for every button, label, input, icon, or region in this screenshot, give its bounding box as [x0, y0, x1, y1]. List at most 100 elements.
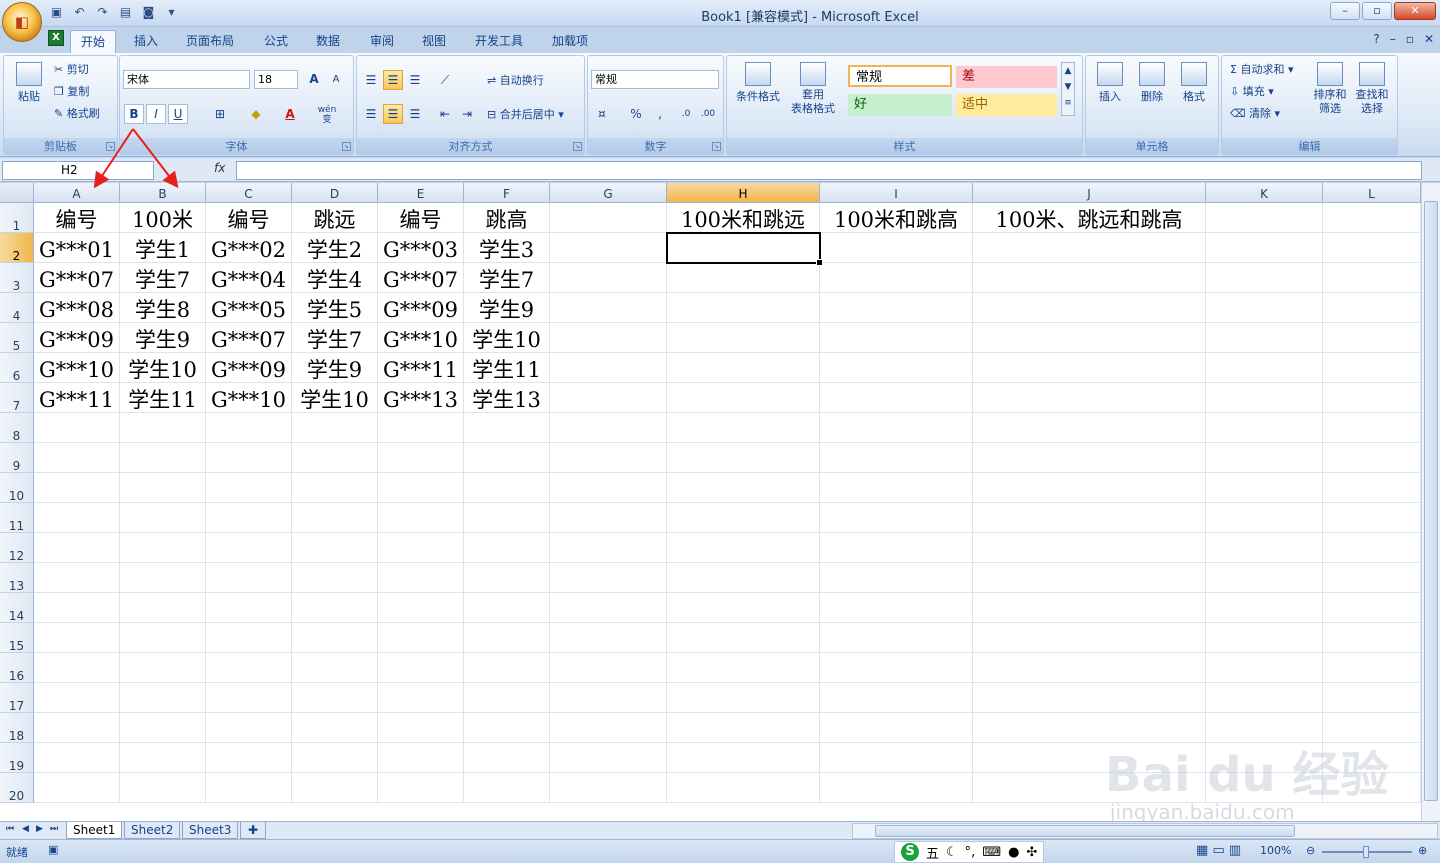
cell-f14[interactable]	[464, 593, 550, 623]
cell-l19[interactable]	[1323, 743, 1421, 773]
cell-g18[interactable]	[550, 713, 667, 743]
insert-cells-button[interactable]: 插入	[1092, 62, 1128, 104]
cell-l15[interactable]	[1323, 623, 1421, 653]
cell-g17[interactable]	[550, 683, 667, 713]
cell-l3[interactable]	[1323, 263, 1421, 293]
format-cells-button[interactable]: 格式	[1176, 62, 1212, 104]
cell-g16[interactable]	[550, 653, 667, 683]
cell-c19[interactable]	[206, 743, 292, 773]
cell-b14[interactable]	[120, 593, 206, 623]
paste-button[interactable]: 粘贴	[12, 62, 46, 104]
cell-a5[interactable]: G***09	[34, 323, 120, 353]
tab-addins[interactable]: 加载项	[542, 30, 598, 53]
cell-b1[interactable]: 100米	[120, 203, 206, 233]
help-icon[interactable]: ?	[1373, 32, 1379, 46]
cell-h2[interactable]	[667, 233, 820, 263]
cell-h3[interactable]	[667, 263, 820, 293]
cell-l14[interactable]	[1323, 593, 1421, 623]
sheet-tab-3[interactable]: Sheet3	[182, 822, 239, 839]
cell-j9[interactable]	[973, 443, 1206, 473]
restore-button[interactable]: ▫	[1362, 2, 1392, 20]
cell-g6[interactable]	[550, 353, 667, 383]
cell-i2[interactable]	[820, 233, 973, 263]
cell-g3[interactable]	[550, 263, 667, 293]
cell-l2[interactable]	[1323, 233, 1421, 263]
cell-l7[interactable]	[1323, 383, 1421, 413]
next-sheet-icon[interactable]: ▶	[36, 824, 43, 834]
zoom-out-icon[interactable]: ⊖	[1306, 844, 1315, 857]
cell-i3[interactable]	[820, 263, 973, 293]
close-button[interactable]: ✕	[1394, 2, 1436, 20]
cell-k6[interactable]	[1206, 353, 1323, 383]
cell-a17[interactable]	[34, 683, 120, 713]
cell-h13[interactable]	[667, 563, 820, 593]
row-header-13[interactable]: 13	[0, 563, 34, 593]
underline-button[interactable]: U	[168, 104, 188, 124]
cell-c13[interactable]	[206, 563, 292, 593]
format-as-table-button[interactable]: 套用 表格格式	[785, 62, 841, 116]
cell-g7[interactable]	[550, 383, 667, 413]
row-header-8[interactable]: 8	[0, 413, 34, 443]
tab-page-layout[interactable]: 页面布局	[176, 30, 244, 53]
align-bottom-icon[interactable]: ☰	[405, 70, 425, 90]
cell-h7[interactable]	[667, 383, 820, 413]
font-launcher-icon[interactable]: ↘	[342, 142, 351, 151]
cell-c7[interactable]: G***10	[206, 383, 292, 413]
style-neutral[interactable]: 适中	[956, 94, 1057, 116]
font-color-icon[interactable]: A	[280, 104, 300, 124]
cell-b19[interactable]	[120, 743, 206, 773]
cell-a19[interactable]	[34, 743, 120, 773]
page-break-view-icon[interactable]: ▥	[1229, 843, 1241, 858]
cell-e18[interactable]	[378, 713, 464, 743]
cell-i12[interactable]	[820, 533, 973, 563]
cell-h18[interactable]	[667, 713, 820, 743]
cell-c3[interactable]: G***04	[206, 263, 292, 293]
view-buttons[interactable]: ▦ ▭ ▥	[1196, 843, 1241, 858]
cell-g14[interactable]	[550, 593, 667, 623]
cell-e7[interactable]: G***13	[378, 383, 464, 413]
cell-g15[interactable]	[550, 623, 667, 653]
cell-h9[interactable]	[667, 443, 820, 473]
worksheet-grid[interactable]: A B C D E F G H I J K L 1 编号 100米 编号 跳远 编号 跳高 100米和跳远 100米和跳…	[0, 183, 1440, 821]
cell-h4[interactable]	[667, 293, 820, 323]
new-sheet-icon[interactable]: ✚	[240, 822, 266, 839]
sheet-tab-1[interactable]: Sheet1	[66, 822, 123, 839]
cell-a7[interactable]: G***11	[34, 383, 120, 413]
cell-h6[interactable]	[667, 353, 820, 383]
orientation-icon[interactable]: ⟋	[435, 70, 455, 90]
cell-e19[interactable]	[378, 743, 464, 773]
cell-e12[interactable]	[378, 533, 464, 563]
cell-l18[interactable]	[1323, 713, 1421, 743]
cell-i18[interactable]	[820, 713, 973, 743]
cell-h12[interactable]	[667, 533, 820, 563]
column-header-l[interactable]: L	[1323, 183, 1421, 203]
last-sheet-icon[interactable]: ⏭	[50, 824, 58, 834]
cell-i15[interactable]	[820, 623, 973, 653]
cell-k9[interactable]	[1206, 443, 1323, 473]
cell-k4[interactable]	[1206, 293, 1323, 323]
cell-c18[interactable]	[206, 713, 292, 743]
align-top-icon[interactable]: ☰	[361, 70, 381, 90]
cell-g19[interactable]	[550, 743, 667, 773]
autosum-button[interactable]: Σ 自动求和 ▾	[1230, 61, 1293, 77]
cell-i14[interactable]	[820, 593, 973, 623]
align-right-icon[interactable]: ☰	[405, 104, 425, 124]
cell-k3[interactable]	[1206, 263, 1323, 293]
cell-a1[interactable]: 编号	[34, 203, 120, 233]
row-header-16[interactable]: 16	[0, 653, 34, 683]
cell-j14[interactable]	[973, 593, 1206, 623]
name-box[interactable]: H2	[2, 161, 154, 180]
tab-review[interactable]: 审阅	[360, 30, 404, 53]
cell-i1[interactable]: 100米和跳高	[820, 203, 973, 233]
cell-l9[interactable]	[1323, 443, 1421, 473]
fill-color-icon[interactable]: ◆	[246, 104, 266, 124]
cell-c4[interactable]: G***05	[206, 293, 292, 323]
comma-button[interactable]: ,	[650, 104, 670, 124]
cell-b6[interactable]: 学生10	[120, 353, 206, 383]
cut-button[interactable]: ✂ 剪切	[54, 61, 89, 77]
cell-c20[interactable]	[206, 773, 292, 803]
cell-b3[interactable]: 学生7	[120, 263, 206, 293]
cell-e17[interactable]	[378, 683, 464, 713]
cell-a18[interactable]	[34, 713, 120, 743]
page-layout-view-icon[interactable]: ▭	[1212, 843, 1224, 858]
